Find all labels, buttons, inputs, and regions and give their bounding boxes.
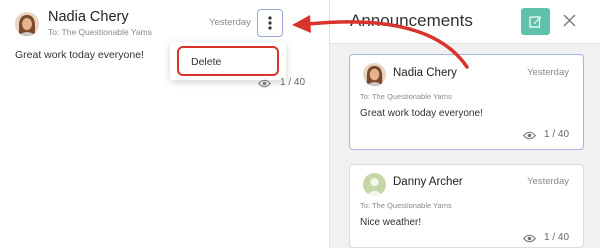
author-name: Nadia Chery xyxy=(48,9,129,25)
view-count: 1 / 40 xyxy=(280,77,306,88)
author-avatar xyxy=(363,63,386,86)
timestamp: Yesterday xyxy=(209,17,251,28)
author-name: Danny Archer xyxy=(393,176,463,188)
message-text: Nice weather! xyxy=(360,217,422,228)
compose-icon xyxy=(529,16,542,28)
new-announcement-button[interactable] xyxy=(521,8,550,35)
announcement-card[interactable]: Danny Archer Yesterday To: The Questiona… xyxy=(349,164,584,248)
view-count: 1 / 40 xyxy=(544,129,570,140)
recipient-label: To: The Questionable Yams xyxy=(360,92,452,101)
more-vertical-icon xyxy=(268,16,272,30)
author-avatar xyxy=(15,12,39,36)
view-count: 1 / 40 xyxy=(544,232,570,243)
close-icon[interactable] xyxy=(563,14,576,27)
message-text: Great work today everyone! xyxy=(360,108,483,119)
author-avatar-placeholder xyxy=(363,173,386,196)
announcements-panel: Announcements Nadia Chery Yesterday To: … xyxy=(330,0,600,248)
timestamp: Yesterday xyxy=(527,67,569,78)
more-options-button[interactable] xyxy=(257,9,283,37)
timestamp: Yesterday xyxy=(527,176,569,187)
options-menu: Delete xyxy=(170,42,286,80)
announcement-detail: Nadia Chery To: The Questionable Yams Ye… xyxy=(0,0,329,248)
eye-icon xyxy=(523,234,536,243)
recipient-label: To: The Questionable Yams xyxy=(48,27,152,37)
panel-title: Announcements xyxy=(350,11,473,30)
author-name: Nadia Chery xyxy=(393,67,457,79)
eye-icon xyxy=(258,79,271,88)
message-text: Great work today everyone! xyxy=(15,49,144,61)
eye-icon xyxy=(523,131,536,140)
panel-header: Announcements xyxy=(330,0,600,44)
announcement-card[interactable]: Nadia Chery Yesterday To: The Questionab… xyxy=(349,54,584,150)
delete-menu-item[interactable]: Delete xyxy=(177,46,279,76)
recipient-label: To: The Questionable Yams xyxy=(360,201,452,210)
